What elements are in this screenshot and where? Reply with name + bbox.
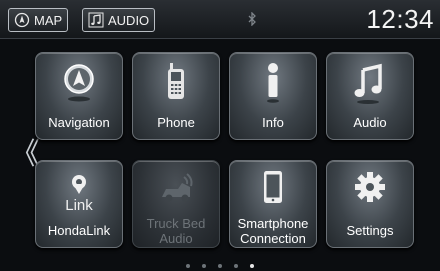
tile-phone[interactable]: Phone: [132, 52, 220, 140]
truck-bed-audio-icon: [133, 169, 219, 213]
page-dot[interactable]: [218, 264, 222, 268]
bluetooth-icon: [248, 12, 256, 26]
hondalink-icon: Link: [36, 169, 122, 213]
audio-button[interactable]: AUDIO: [82, 8, 156, 32]
page-dot[interactable]: [202, 264, 206, 268]
navigation-icon: [36, 61, 122, 105]
compass-icon: [14, 12, 30, 28]
tile-label: Audio: [353, 115, 387, 130]
tile-label-line1: Truck Bed: [146, 216, 206, 231]
tile-smartphone-connection[interactable]: Smartphone Connection: [229, 160, 317, 248]
tile-label: Settings: [346, 223, 394, 238]
page-indicator: [0, 264, 440, 268]
page-dot-current[interactable]: [250, 264, 254, 268]
tile-label: Info: [262, 115, 284, 130]
tile-settings[interactable]: Settings: [326, 160, 414, 248]
tile-truck-bed-audio: Truck Bed Audio: [132, 160, 220, 248]
page-dot[interactable]: [186, 264, 190, 268]
map-button-label: MAP: [34, 12, 63, 28]
music-note-icon: [88, 12, 104, 28]
audio-button-label: AUDIO: [108, 12, 150, 28]
tile-audio[interactable]: Audio: [326, 52, 414, 140]
gear-icon: [327, 169, 413, 213]
top-bar: MAP AUDIO 12:34: [0, 0, 440, 39]
tile-info[interactable]: Info: [229, 52, 317, 140]
info-icon: [230, 61, 316, 105]
tile-label: Navigation: [48, 115, 110, 130]
music-note-icon: [327, 61, 413, 105]
tile-label-line1: Smartphone: [237, 216, 309, 231]
tile-label-line2: Connection: [240, 231, 306, 246]
tile-label: Phone: [157, 115, 195, 130]
tile-label: HondaLink: [47, 223, 111, 238]
map-button[interactable]: MAP: [8, 8, 69, 32]
smartphone-icon: [230, 169, 316, 213]
hondalink-icon-text: Link: [65, 197, 93, 213]
tile-label-line2: Audio: [159, 231, 193, 246]
tile-navigation[interactable]: Navigation: [35, 52, 123, 140]
clock: 12:34: [366, 4, 434, 34]
page-dot[interactable]: [234, 264, 238, 268]
tile-hondalink[interactable]: Link HondaLink: [35, 160, 123, 248]
phone-icon: [133, 61, 219, 105]
